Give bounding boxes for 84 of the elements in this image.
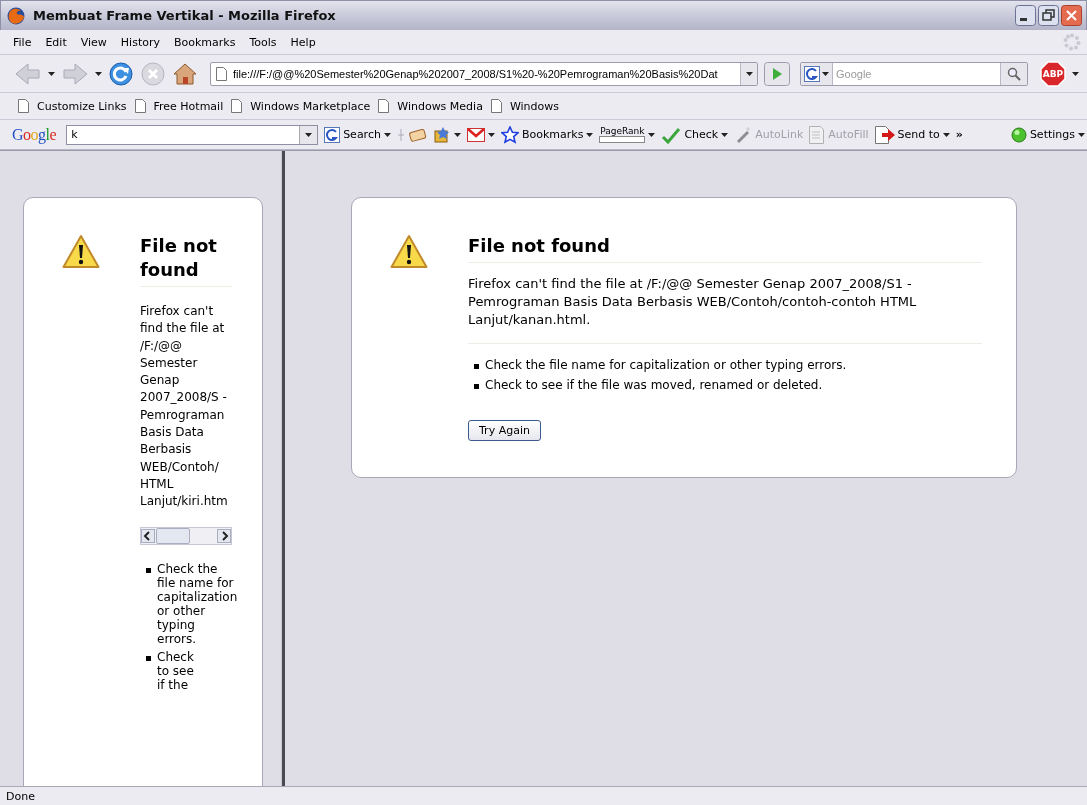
bullet-icon: [474, 384, 479, 389]
page-icon: [231, 99, 243, 113]
throbber-icon: [1063, 33, 1081, 51]
caret-icon[interactable]: [1078, 132, 1085, 137]
warning-icon: [62, 234, 100, 270]
menu-item[interactable]: Help: [283, 33, 323, 51]
warning-icon: [390, 234, 428, 270]
caret-icon[interactable]: [586, 132, 594, 137]
caret-icon[interactable]: [305, 132, 313, 137]
adblock-menu-caret-icon[interactable]: [1072, 71, 1079, 76]
menu-item[interactable]: Bookmarks: [167, 33, 243, 51]
bookmarks-button[interactable]: Bookmarks: [500, 125, 594, 144]
horizontal-scrollbar[interactable]: [140, 526, 232, 545]
caret-icon[interactable]: [453, 132, 461, 137]
status-text: Done: [6, 789, 35, 803]
error-message: Firefox can't find the file at /F:/@@ Semester Genap 2007_2008/S1 - Pemrograman Basis Data Berbasis WEB/Contoh/contoh-contoh HTML Lanjut/kanan.html.: [468, 275, 982, 344]
stop-sign-icon: [1040, 60, 1066, 87]
address-dropdown-button[interactable]: [740, 62, 757, 85]
close-button[interactable]: [1061, 5, 1082, 26]
forward-history-caret-icon[interactable]: [95, 71, 102, 76]
caret-icon[interactable]: [721, 132, 729, 137]
bookmark-link[interactable]: Windows Marketplace: [231, 97, 371, 115]
bookmark-link[interactable]: Customize Links: [18, 97, 127, 115]
google-g-icon: [324, 126, 341, 143]
caret-icon[interactable]: [487, 132, 495, 137]
settings-button[interactable]: Settings: [1010, 126, 1085, 143]
star-icon: [500, 125, 519, 144]
scrollbar-thumb[interactable]: [156, 527, 190, 544]
caret-icon[interactable]: [942, 132, 950, 137]
options-button[interactable]: [432, 125, 461, 144]
caret-icon[interactable]: [648, 132, 656, 137]
bullet-icon: [146, 567, 151, 573]
form-icon: [809, 125, 826, 144]
tip-text: Check to see if the: [157, 649, 194, 692]
page-icon: [134, 99, 146, 113]
highlight-button[interactable]: [396, 126, 427, 143]
restore-button[interactable]: [1038, 5, 1059, 26]
bookmark-link[interactable]: Windows: [490, 97, 559, 115]
caret-icon[interactable]: [383, 132, 391, 137]
menu-item[interactable]: File: [6, 33, 39, 51]
toolbar-overflow-button[interactable]: »: [955, 128, 963, 141]
tip-text: Check the file name for capitalization or other typing errors.: [157, 561, 238, 646]
error-message: Firefox can't find the file at /F:/@@ Semester Genap 2007_2008/S - Pemrograman Basis Data Berbasis WEB/Contoh/ HTML Lanjut/kiri.htm: [140, 303, 229, 511]
check-button[interactable]: Check: [661, 125, 729, 144]
menu-item[interactable]: Edit: [38, 33, 74, 51]
gmail-button[interactable]: [466, 127, 495, 142]
spell-check-icon: [661, 125, 682, 144]
search-button[interactable]: Search: [324, 126, 391, 143]
error-heading: File not found: [140, 234, 232, 287]
menu-item[interactable]: History: [113, 33, 167, 51]
bookmark-link[interactable]: Free Hotmail: [134, 97, 224, 115]
puzzle-icon: [432, 125, 451, 144]
scroll-right-button[interactable]: [217, 528, 231, 543]
highlighter-icon: [396, 126, 427, 143]
sendto-button[interactable]: Send to: [874, 125, 950, 144]
page-icon: [18, 99, 29, 113]
back-history-caret-icon[interactable]: [48, 71, 55, 76]
tip-text: Check to see if the file was moved, renamed or deleted.: [485, 378, 823, 392]
error-heading: File not found: [468, 234, 982, 263]
window-title: Membuat Frame Vertikal - Mozilla Firefox: [33, 8, 337, 23]
tip-text: Check the file name for capitalization or other typing errors.: [485, 358, 847, 372]
page-icon: [378, 99, 390, 113]
page-icon: [216, 66, 227, 81]
search-field[interactable]: k: [66, 124, 319, 145]
bullet-icon: [474, 364, 479, 369]
pagerank-button[interactable]: PageRank: [599, 126, 656, 143]
search-history-dropdown[interactable]: [299, 125, 318, 144]
mail-icon: [466, 127, 485, 142]
minimize-button[interactable]: [1015, 5, 1036, 26]
try-again-button[interactable]: Try Again: [468, 420, 541, 441]
scroll-left-button[interactable]: [141, 528, 155, 543]
bookmark-link[interactable]: Windows Media: [378, 97, 483, 115]
status-light-icon: [1010, 126, 1027, 143]
page-icon: [490, 99, 502, 113]
address-field[interactable]: file:///F:/@@%20Semester%20Genap%202007_2008/S1%20-%20Pemrograman%20Basis%20Dat: [210, 61, 758, 86]
menu-item[interactable]: Tools: [242, 33, 284, 51]
reload-button[interactable]: [108, 60, 134, 87]
send-page-icon: [874, 125, 895, 144]
adblock-button[interactable]: ABP: [1040, 60, 1066, 87]
bullet-icon: [146, 655, 151, 661]
caret-icon[interactable]: [745, 71, 753, 76]
magic-wand-icon: [734, 125, 753, 144]
google-logo: Google: [12, 125, 57, 144]
menu-item[interactable]: View: [73, 33, 114, 51]
